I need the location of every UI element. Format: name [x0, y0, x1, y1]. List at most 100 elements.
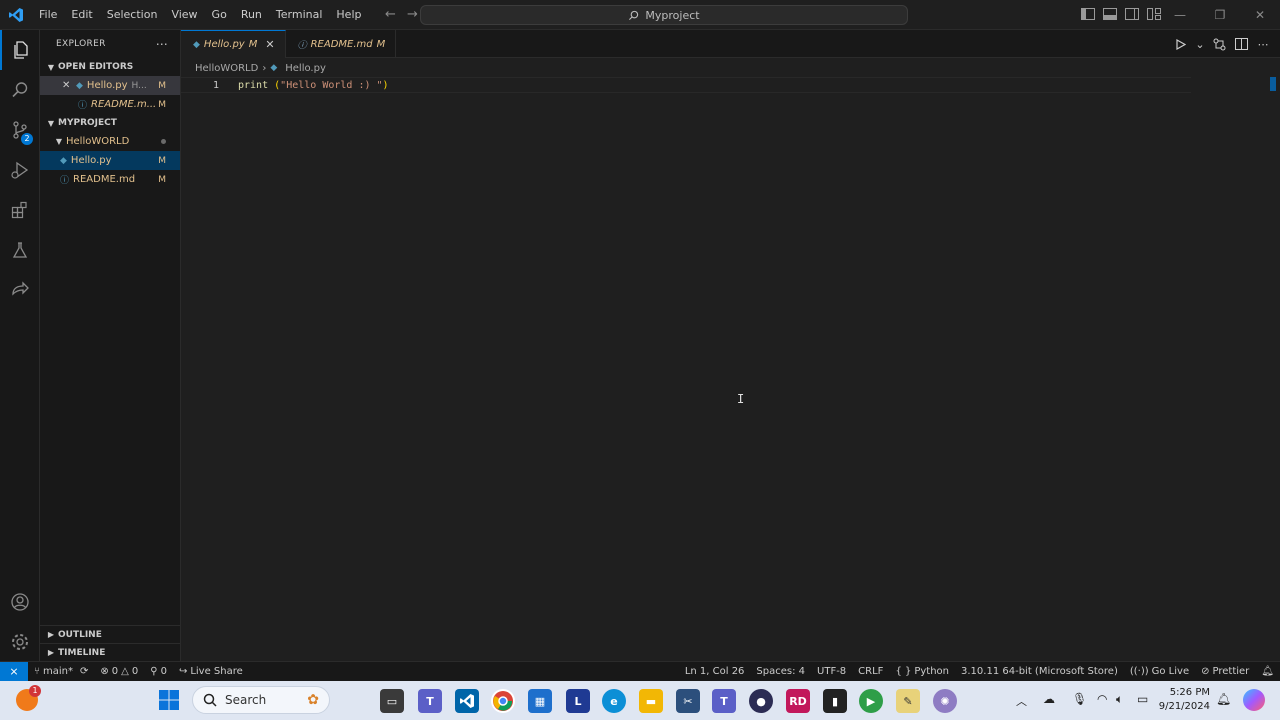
- file-readme-md[interactable]: ⓘ README.md M: [40, 170, 180, 189]
- green-app-icon[interactable]: ▶: [859, 689, 883, 713]
- minimap-slider[interactable]: [1270, 77, 1276, 91]
- close-window-icon[interactable]: ✕: [1240, 0, 1280, 30]
- taskbar-search-box[interactable]: Search ✿: [192, 686, 330, 714]
- project-section[interactable]: ▼ MYPROJECT: [40, 114, 180, 132]
- tab-readme-md[interactable]: ⓘ README.md M: [286, 30, 397, 58]
- error-icon: ⊗: [100, 666, 109, 677]
- extensions-icon[interactable]: [0, 190, 40, 230]
- run-play-icon[interactable]: [1174, 37, 1188, 51]
- open-editor-readme[interactable]: ⓘ README.m... M: [40, 95, 180, 114]
- menu-file[interactable]: File: [32, 0, 64, 30]
- system-clock[interactable]: 5:26 PM 9/21/2024: [1158, 686, 1210, 714]
- menu-selection[interactable]: Selection: [100, 0, 165, 30]
- minimize-icon[interactable]: —: [1160, 0, 1200, 30]
- branch-indicator[interactable]: ⑂ main* ⟳: [28, 666, 94, 677]
- vscode-taskbar-icon[interactable]: [455, 689, 479, 713]
- account-icon[interactable]: [0, 582, 40, 622]
- code-text[interactable]: print ("Hello World :) "): [238, 80, 389, 91]
- vscode-logo-icon: [2, 0, 30, 30]
- l-app-icon[interactable]: L: [566, 689, 590, 713]
- ports-indicator[interactable]: ⚲ 0: [144, 666, 173, 677]
- run-debug-icon[interactable]: [0, 150, 40, 190]
- settings-app-icon[interactable]: ✺: [933, 689, 957, 713]
- code-line[interactable]: 1 print ("Hello World :) "): [181, 77, 1191, 93]
- windows-start-icon[interactable]: [158, 689, 180, 714]
- notifications-bell-icon[interactable]: 🔔︎: [1255, 666, 1280, 677]
- open-editor-hello-py[interactable]: ✕ ◆ Hello.py H... M: [40, 76, 180, 95]
- edge-icon[interactable]: e: [602, 689, 626, 713]
- go-live-button[interactable]: ((·)) Go Live: [1124, 666, 1195, 677]
- end-of-line[interactable]: CRLF: [852, 666, 889, 677]
- run-dropdown-chevron-icon[interactable]: ⌄: [1195, 37, 1204, 51]
- prettier-button[interactable]: ⊘ Prettier: [1195, 666, 1255, 677]
- outline-section[interactable]: ▶ OUTLINE: [40, 625, 181, 643]
- teams-icon[interactable]: T: [418, 689, 442, 713]
- timeline-section[interactable]: ▶ TIMELINE: [40, 643, 181, 661]
- editor-more-actions-icon[interactable]: ⋯: [1256, 37, 1270, 51]
- microphone-icon[interactable]: 🎙︎: [1072, 692, 1087, 706]
- encoding[interactable]: UTF-8: [811, 666, 852, 677]
- menu-terminal[interactable]: Terminal: [269, 0, 330, 30]
- menu-run[interactable]: Run: [234, 0, 269, 30]
- chevron-right-icon: ▶: [47, 648, 55, 657]
- menu-edit[interactable]: Edit: [64, 0, 99, 30]
- breadcrumb-file[interactable]: Hello.py: [285, 63, 326, 74]
- open-editor-name: Hello.py: [86, 80, 128, 91]
- source-control-icon[interactable]: 2: [0, 110, 40, 150]
- command-center-search[interactable]: Myproject: [420, 5, 908, 25]
- remote-indicator-icon[interactable]: ⨯: [0, 661, 28, 682]
- manage-gear-icon[interactable]: [0, 622, 40, 662]
- close-editor-icon[interactable]: ✕: [62, 80, 76, 91]
- folder-helloworld[interactable]: ▼ HelloWORLD: [40, 132, 180, 151]
- python-interpreter[interactable]: 3.10.11 64-bit (Microsoft Store): [955, 666, 1124, 677]
- file-explorer-icon[interactable]: ▬: [639, 689, 663, 713]
- more-actions-icon[interactable]: ⋯: [156, 37, 168, 51]
- toggle-primary-sidebar-icon[interactable]: [1080, 6, 1096, 22]
- menu-go[interactable]: Go: [205, 0, 234, 30]
- broadcast-icon: ((·)): [1129, 666, 1149, 677]
- toggle-secondary-sidebar-icon[interactable]: [1124, 6, 1140, 22]
- breadcrumb-folder[interactable]: HelloWORLD: [195, 63, 258, 74]
- teams-work-icon[interactable]: T: [712, 689, 736, 713]
- file-hello-py[interactable]: ◆ Hello.py M: [40, 151, 180, 170]
- wifi-icon[interactable]: ◠: [1097, 692, 1107, 706]
- indentation[interactable]: Spaces: 4: [750, 666, 811, 677]
- live-share-icon[interactable]: [0, 270, 40, 310]
- warning-icon: △: [121, 666, 129, 677]
- language-mode[interactable]: { } Python: [889, 666, 955, 677]
- volume-icon[interactable]: 🔈︎: [1116, 692, 1123, 707]
- close-tab-icon[interactable]: ✕: [265, 38, 274, 51]
- taskbar-widget-icon[interactable]: 1: [16, 685, 41, 713]
- snipping-tool-icon[interactable]: ✂: [676, 689, 700, 713]
- toggle-panel-icon[interactable]: [1102, 6, 1118, 22]
- restore-icon[interactable]: ❐: [1200, 0, 1240, 30]
- tab-hello-py[interactable]: ◆ Hello.py M ✕: [181, 30, 286, 58]
- task-view-icon[interactable]: ▭: [380, 689, 404, 713]
- notes-app-icon[interactable]: ✎: [896, 689, 920, 713]
- menu-view[interactable]: View: [164, 0, 204, 30]
- copilot-icon[interactable]: [1243, 689, 1265, 711]
- chevron-up-icon[interactable]: ︿: [1016, 693, 1027, 709]
- problems-indicator[interactable]: ⊗ 0 △ 0: [94, 666, 144, 677]
- battery-icon[interactable]: ▭: [1137, 692, 1148, 706]
- testing-flask-icon[interactable]: [0, 230, 40, 270]
- open-changes-icon[interactable]: [1212, 37, 1226, 51]
- rider-icon[interactable]: RD: [786, 689, 810, 713]
- forward-arrow-icon[interactable]: →: [404, 7, 420, 23]
- split-editor-icon[interactable]: [1234, 37, 1248, 51]
- code-editor[interactable]: 1 print ("Hello World :) "): [181, 77, 1280, 661]
- chrome-icon[interactable]: [491, 689, 515, 713]
- cloud-icon[interactable]: ☁: [1043, 692, 1055, 706]
- language-label: Python: [914, 666, 950, 677]
- live-share-button[interactable]: ↪ Live Share: [173, 666, 249, 677]
- back-arrow-icon[interactable]: ←: [382, 7, 398, 23]
- search-icon[interactable]: [0, 70, 40, 110]
- explorer-icon[interactable]: [0, 30, 40, 70]
- open-editors-section[interactable]: ▼ OPEN EDITORS: [40, 58, 180, 76]
- store-icon[interactable]: ▦: [528, 689, 552, 713]
- cursor-position[interactable]: Ln 1, Col 26: [679, 666, 751, 677]
- notification-bell-icon[interactable]: 🔔︎: [1216, 692, 1231, 706]
- pycharm-icon[interactable]: ▮: [823, 689, 847, 713]
- menu-help[interactable]: Help: [329, 0, 368, 30]
- eclipse-icon[interactable]: ●: [749, 689, 773, 713]
